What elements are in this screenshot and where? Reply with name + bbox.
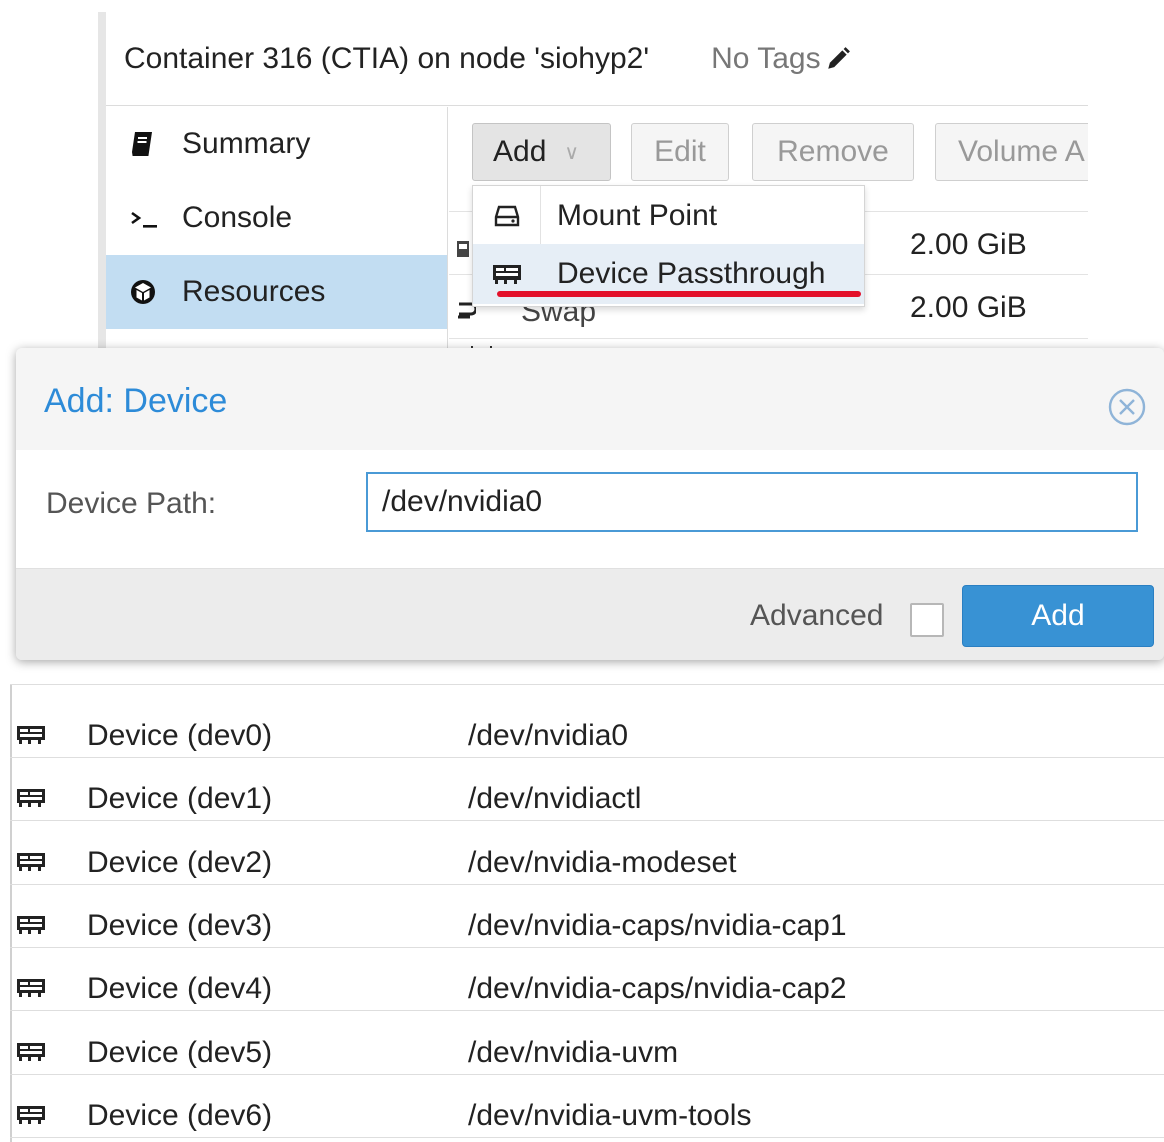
chevron-down-icon: ∨ — [564, 141, 580, 164]
table-row[interactable]: Device (dev1) /dev/nvidiactl — [10, 758, 1164, 822]
sidebar-nav: Summary Console Resources — [106, 107, 448, 348]
device-path: /dev/nvidia-uvm-tools — [468, 1098, 752, 1132]
device-path: /dev/nvidia-uvm — [468, 1035, 679, 1069]
device-name: Device (dev5) — [87, 1035, 273, 1069]
memory-icon — [456, 234, 470, 268]
table-row[interactable]: Device (dev3) /dev/nvidia-caps/nvidia-cap… — [10, 885, 1164, 948]
table-row[interactable]: Device (dev5) /dev/nvidia-uvm — [10, 1012, 1164, 1075]
dialog-body: Device Path: /dev/nvidia0 — [16, 450, 1164, 568]
table-row[interactable]: Device (dev2) /dev/nvidia-modeset — [10, 822, 1164, 885]
advanced-label: Advanced — [750, 599, 884, 632]
panel-border — [98, 12, 106, 348]
page-title: Container 316 (CTIA) on node 'siohyp2' — [124, 41, 650, 75]
device-name: Device (dev4) — [87, 972, 273, 1006]
device-name: Device (dev0) — [87, 719, 273, 752]
remove-button[interactable]: Remove — [752, 123, 914, 181]
add-device-button[interactable]: Add — [962, 585, 1154, 647]
add-device-dialog: Add: Device Device Path: /dev/nvidia0 Ad… — [16, 348, 1164, 660]
add-button-label: Add — [493, 135, 547, 168]
menu-item-mount-point[interactable]: Mount Point — [473, 186, 864, 246]
device-card-icon — [16, 909, 46, 943]
sidebar-item-console[interactable]: Console — [106, 181, 447, 255]
device-name: Device (dev1) — [87, 782, 273, 816]
add-button[interactable]: Add ∨ — [472, 123, 611, 181]
device-card-icon — [16, 846, 46, 880]
device-card-icon — [16, 972, 46, 1006]
device-name: Device (dev3) — [87, 908, 273, 942]
volume-action-button[interactable]: Volume A — [935, 123, 1088, 181]
menu-item-label: Mount Point — [557, 199, 718, 232]
dialog-header: Add: Device — [16, 348, 1164, 450]
device-path: /dev/nvidiactl — [468, 782, 642, 816]
device-card-icon — [16, 719, 46, 753]
device-card-icon — [16, 1036, 46, 1070]
sidebar-item-summary[interactable]: Summary — [106, 107, 447, 181]
tags-editor[interactable]: No Tags — [711, 42, 851, 76]
sidebar-item-label: Resources — [182, 275, 326, 308]
cube-icon — [130, 279, 166, 305]
dialog-footer: Advanced Add — [16, 568, 1164, 660]
pencil-icon[interactable] — [825, 46, 851, 72]
device-path-field[interactable]: /dev/nvidia0 — [366, 472, 1138, 532]
device-path-value: /dev/nvidia0 — [382, 485, 543, 518]
book-icon — [130, 131, 166, 157]
device-path: /dev/nvidia-caps/nvidia-cap2 — [468, 972, 847, 1006]
terminal-icon — [130, 207, 166, 229]
table-divider — [10, 684, 1164, 685]
hdd-icon — [473, 205, 540, 227]
device-path: /dev/nvidia-modeset — [468, 845, 737, 879]
add-dropdown-menu: Mount Point Device Passthrough — [472, 185, 865, 307]
resource-value: 2.00 GiB — [910, 228, 1027, 261]
sidebar-item-label: Summary — [182, 127, 311, 160]
device-name: Device (dev6) — [87, 1098, 273, 1132]
close-icon[interactable] — [1106, 386, 1148, 433]
menu-item-label: Device Passthrough — [557, 257, 826, 290]
table-row[interactable]: Device (dev0) /dev/nvidia0 — [10, 695, 1164, 758]
highlight-underline — [497, 291, 861, 297]
tags-label: No Tags — [711, 41, 821, 75]
dialog-title: Add: Device — [44, 382, 228, 420]
panel-header: Container 316 (CTIA) on node 'siohyp2' N… — [106, 12, 1088, 106]
advanced-checkbox[interactable] — [910, 603, 944, 637]
table-row[interactable]: Device (dev4) /dev/nvidia-caps/nvidia-cap… — [10, 948, 1164, 1012]
sidebar-item-label: Console — [182, 201, 293, 234]
device-path: /dev/nvidia0 — [468, 719, 629, 752]
device-card-icon — [16, 782, 46, 816]
sidebar-item-resources[interactable]: Resources — [106, 255, 447, 329]
table-row[interactable]: Device (dev6) /dev/nvidia-uvm-tools — [10, 1075, 1164, 1138]
device-card-icon — [473, 263, 540, 285]
device-card-icon — [16, 1099, 46, 1133]
device-name: Device (dev2) — [87, 845, 273, 879]
device-path-label: Device Path: — [46, 487, 217, 520]
edit-button[interactable]: Edit — [631, 123, 729, 181]
device-path: /dev/nvidia-caps/nvidia-cap1 — [468, 908, 847, 942]
resource-value: 2.00 GiB — [910, 291, 1027, 324]
